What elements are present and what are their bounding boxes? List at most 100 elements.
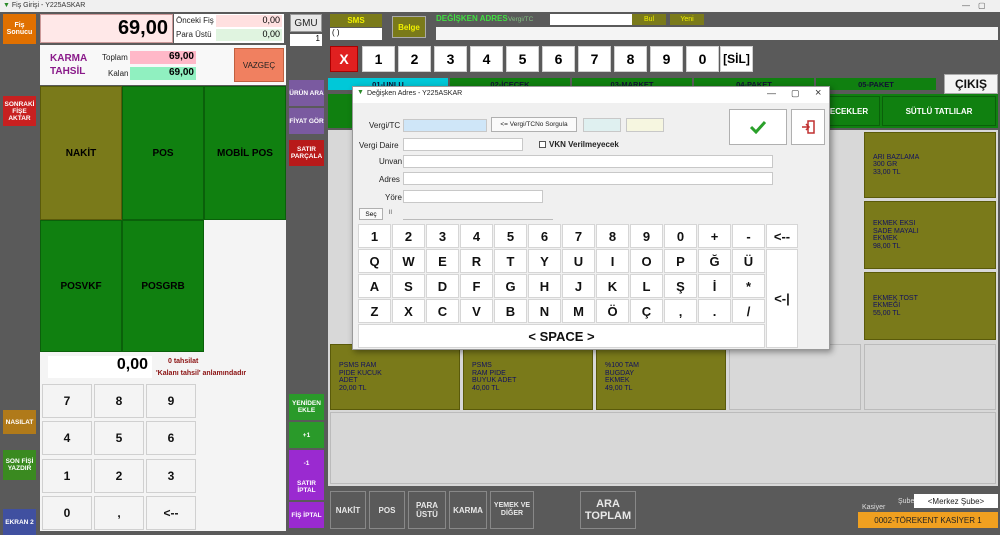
yore-input[interactable]: [403, 190, 543, 203]
son-fisi-yazdir-button[interactable]: SON FİŞİ YAZDIR: [3, 450, 36, 480]
vergi-tc-input[interactable]: [550, 14, 632, 25]
nakit-pay-button[interactable]: NAKİT: [40, 86, 122, 220]
sil-button[interactable]: [SİL]: [720, 46, 753, 72]
product-tam-bugday[interactable]: %100 TAM BUGDAY EKMEK 49,00 TL: [596, 344, 726, 410]
ara-toplam-button[interactable]: ARA TOPLAM: [580, 491, 636, 529]
keypad-digit[interactable]: 2: [398, 46, 431, 72]
bottom-nakit-button[interactable]: NAKİT: [330, 491, 366, 529]
dialog-minimize-button[interactable]: —: [767, 88, 776, 98]
sms-field[interactable]: ( ): [330, 28, 382, 40]
vergi-daire-input[interactable]: [403, 138, 523, 151]
posgrb-pay-button[interactable]: POSGRB: [122, 220, 204, 352]
dialog-maximize-button[interactable]: ▢: [791, 88, 800, 99]
vkb-key[interactable]: I: [596, 249, 629, 273]
keypad-digit[interactable]: 0: [686, 46, 719, 72]
cikis-button[interactable]: ÇIKIŞ: [944, 74, 998, 94]
vkb-key[interactable]: 7: [562, 224, 595, 248]
vkb-key[interactable]: L: [630, 274, 663, 298]
vkb-key[interactable]: T: [494, 249, 527, 273]
vkb-key[interactable]: 6: [528, 224, 561, 248]
vkb-key[interactable]: X: [392, 299, 425, 323]
numpad-key[interactable]: 7: [42, 384, 92, 418]
keypad-digit[interactable]: 9: [650, 46, 683, 72]
keypad-digit[interactable]: 1: [362, 46, 395, 72]
vkb-backspace[interactable]: <--: [766, 224, 798, 248]
vkb-key[interactable]: J: [562, 274, 595, 298]
numpad-key[interactable]: 5: [94, 421, 144, 455]
satir-iptal-button[interactable]: SATIR İPTAL: [289, 474, 324, 500]
vkb-key[interactable]: R: [460, 249, 493, 273]
numpad-key[interactable]: 1: [42, 459, 92, 493]
vkb-key[interactable]: S: [392, 274, 425, 298]
numpad-key[interactable]: 4: [42, 421, 92, 455]
vkb-key[interactable]: 2: [392, 224, 425, 248]
minimize-button[interactable]: —: [962, 0, 970, 12]
numpad-key[interactable]: ,: [94, 496, 144, 530]
keypad-digit[interactable]: 7: [578, 46, 611, 72]
urun-ara-button[interactable]: ÜRÜN ARA: [289, 80, 324, 106]
bottom-para-ustu-button[interactable]: PARA ÜSTÜ: [408, 491, 446, 529]
vkb-key[interactable]: W: [392, 249, 425, 273]
vkb-key[interactable]: 4: [460, 224, 493, 248]
posvkf-pay-button[interactable]: POSVKF: [40, 220, 122, 352]
dialog-aux-field-1[interactable]: [583, 118, 621, 132]
vkb-key[interactable]: Q: [358, 249, 391, 273]
vkb-key[interactable]: V: [460, 299, 493, 323]
dialog-aux-field-2[interactable]: [626, 118, 664, 132]
vkb-key[interactable]: K: [596, 274, 629, 298]
vkb-key[interactable]: Ğ: [698, 249, 731, 273]
product-psms-pide-kucuk[interactable]: PSMS RAM PIDE KUCUK ADET 20,00 TL: [330, 344, 460, 410]
numpad-key[interactable]: 6: [146, 421, 196, 455]
maximize-button[interactable]: ▢: [978, 0, 986, 12]
vkb-key[interactable]: 3: [426, 224, 459, 248]
vkb-key[interactable]: Z: [358, 299, 391, 323]
sec-button[interactable]: Seç: [359, 208, 383, 220]
keypad-digit[interactable]: 6: [542, 46, 575, 72]
plus-one-button[interactable]: +1: [289, 422, 324, 448]
vkb-key[interactable]: Ç: [630, 299, 663, 323]
keypad-digit[interactable]: 3: [434, 46, 467, 72]
vkb-key[interactable]: Y: [528, 249, 561, 273]
minus-one-button[interactable]: -1: [289, 450, 324, 476]
vkb-key[interactable]: 1: [358, 224, 391, 248]
vkb-key[interactable]: Ö: [596, 299, 629, 323]
satir-parcala-button[interactable]: SATIR PARÇALA: [289, 140, 324, 166]
adres-input[interactable]: [403, 172, 773, 185]
sube-field[interactable]: <Merkez Şube>: [914, 494, 998, 508]
unvan-input[interactable]: [403, 155, 773, 168]
vkb-space[interactable]: < SPACE >: [358, 324, 765, 348]
sms-button[interactable]: SMS: [330, 14, 382, 27]
vkb-key[interactable]: H: [528, 274, 561, 298]
nasilat-button[interactable]: NASILAT: [3, 410, 36, 434]
numpad-key[interactable]: 2: [94, 459, 144, 493]
vkb-key[interactable]: U: [562, 249, 595, 273]
vkb-key[interactable]: /: [732, 299, 765, 323]
dialog-close-button[interactable]: ×: [815, 87, 821, 99]
bottom-yemek-button[interactable]: YEMEK VE DİĞER: [490, 491, 534, 529]
gmu-button[interactable]: GMU: [290, 14, 322, 32]
numpad-key[interactable]: 9: [146, 384, 196, 418]
belge-button[interactable]: Belge: [392, 16, 426, 38]
vkb-key[interactable]: -: [732, 224, 765, 248]
vkb-key[interactable]: G: [494, 274, 527, 298]
bul-button[interactable]: Bul: [632, 14, 666, 25]
mobil-pos-pay-button[interactable]: MOBİL POS: [204, 86, 286, 220]
yeniden-ekle-button[interactable]: YENİDEN EKLE: [289, 394, 324, 420]
keypad-digit[interactable]: 8: [614, 46, 647, 72]
vkb-key[interactable]: .: [698, 299, 731, 323]
numpad-backspace[interactable]: <--: [146, 496, 196, 530]
yeni-button[interactable]: Yeni: [670, 14, 704, 25]
vkb-key[interactable]: 9: [630, 224, 663, 248]
fiyat-gor-button[interactable]: FİYAT GÖR: [289, 108, 324, 134]
dialog-vergi-tc-input[interactable]: [403, 119, 487, 132]
subcat-sutlu-tatlilar[interactable]: SÜTLÜ TATLILAR: [882, 96, 996, 126]
numpad-key[interactable]: 8: [94, 384, 144, 418]
vkb-key[interactable]: M: [562, 299, 595, 323]
vkb-key[interactable]: N: [528, 299, 561, 323]
vkb-key[interactable]: İ: [698, 274, 731, 298]
vkb-key[interactable]: 5: [494, 224, 527, 248]
vkn-checkbox[interactable]: [539, 141, 546, 148]
vkb-key[interactable]: E: [426, 249, 459, 273]
product-ekmek-tost[interactable]: EKMEK TOST EKMEĞİ 55,00 TL: [864, 272, 996, 340]
bottom-karma-button[interactable]: KARMA: [449, 491, 487, 529]
